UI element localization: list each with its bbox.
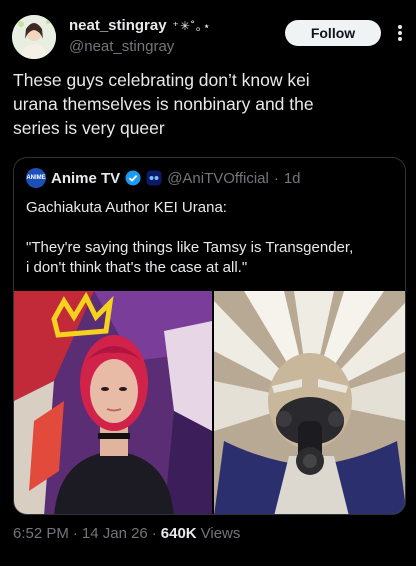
avatar[interactable] [12, 15, 56, 59]
quoted-tweet-header: ANIME Anime TV @AniTVOfficial · 1d [26, 168, 301, 188]
author-name-row[interactable]: neat_stingray ⁺✳︎˚｡⋆ [69, 17, 211, 34]
author-name-decoration: ⁺✳︎˚｡⋆ [172, 19, 212, 33]
author-handle[interactable]: @neat_stingray [69, 38, 174, 55]
more-options-button[interactable] [390, 21, 410, 45]
tweet-text: These guys celebrating don’t know kei ur… [13, 68, 403, 140]
affiliate-badge-icon [146, 170, 162, 186]
tweet-text-line: These guys celebrating don’t know kei [13, 70, 310, 90]
quoted-author-handle[interactable]: @AniTVOfficial [167, 170, 269, 187]
quoted-text-line [26, 218, 398, 238]
verified-badge-icon [125, 170, 141, 186]
quoted-tweet[interactable]: ANIME Anime TV @AniTVOfficial · 1d Gachi… [13, 157, 406, 515]
quoted-text-line: i don't think that's the case at all." [26, 259, 248, 276]
tweet: neat_stingray ⁺✳︎˚｡⋆ @neat_stingray Foll… [0, 0, 416, 566]
post-time[interactable]: 6:52 PM [13, 525, 69, 542]
quoted-image-author-photo[interactable] [14, 291, 212, 514]
separator-dot: · [151, 525, 157, 542]
views-label: Views [200, 525, 241, 542]
author-display-name[interactable]: neat_stingray [69, 17, 167, 34]
quoted-author-avatar[interactable]: ANIME [26, 168, 46, 188]
more-vertical-icon [398, 25, 402, 41]
follow-button[interactable]: Follow [285, 20, 381, 46]
post-date[interactable]: 14 Jan 26 [82, 525, 148, 542]
tweet-text-line: urana themselves is nonbinary and the [13, 94, 314, 114]
quoted-timestamp[interactable]: 1d [284, 170, 301, 187]
separator-dot: · [72, 525, 78, 542]
separator-dot: · [273, 169, 279, 187]
quoted-text-line: "They're saying things like Tamsy is Tra… [26, 239, 354, 256]
quoted-author-name[interactable]: Anime TV [51, 170, 120, 187]
views-count: 640K [160, 525, 197, 542]
quoted-tweet-text: Gachiakuta Author KEI Urana: "They're sa… [26, 198, 398, 278]
quoted-image-character-art[interactable] [214, 291, 405, 514]
tweet-text-line: series is very queer [13, 118, 165, 138]
quoted-text-line: Gachiakuta Author KEI Urana: [26, 199, 227, 216]
tweet-meta: 6:52 PM · 14 Jan 26 · 640K Views [13, 525, 240, 542]
quoted-avatar-label: ANIME [26, 175, 46, 181]
